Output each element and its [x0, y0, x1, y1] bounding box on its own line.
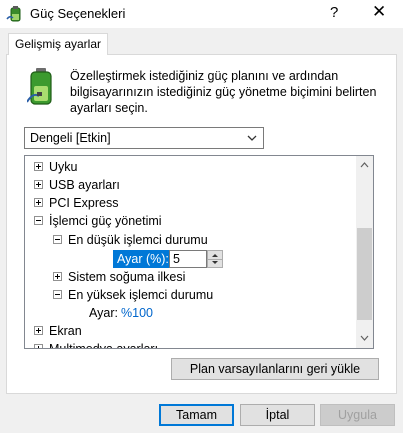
tree-item-label: En yüksek işlemci durumu: [68, 288, 214, 302]
expand-icon[interactable]: [34, 326, 43, 335]
spin-down-icon[interactable]: [208, 259, 222, 267]
restore-defaults-button[interactable]: Plan varsayılanlarını geri yükle: [171, 358, 379, 380]
settings-tree[interactable]: Uyku USB ayarları PCI Express İşlemci gü…: [24, 155, 374, 349]
tree-item-label: Uyku: [49, 160, 78, 174]
battery-app-icon: [6, 6, 21, 22]
tree-item-label: En düşük işlemci durumu: [68, 233, 208, 247]
expand-icon[interactable]: [34, 180, 43, 189]
expand-icon[interactable]: [34, 344, 43, 348]
ok-button[interactable]: Tamam: [159, 404, 234, 426]
expand-icon[interactable]: [34, 162, 43, 171]
close-button[interactable]: ✕: [372, 2, 386, 22]
collapse-icon[interactable]: [34, 216, 43, 225]
collapse-icon[interactable]: [53, 290, 62, 299]
tree-item-label: İşlemci güç yönetimi: [49, 214, 162, 228]
power-plan-select[interactable]: Dengeli [Etkin]: [24, 127, 264, 149]
expand-icon[interactable]: [53, 272, 62, 281]
tree-item-label: Multimedya ayarları: [49, 342, 159, 349]
tree-item-label: PCI Express: [49, 196, 119, 210]
tree-scrollbar[interactable]: [356, 156, 373, 348]
min-state-spinner[interactable]: [207, 250, 223, 268]
tree-item-label: Ekran: [49, 324, 82, 338]
expand-icon[interactable]: [34, 198, 43, 207]
power-plan-value: Dengeli [Etkin]: [30, 131, 111, 145]
tree-item-label: USB ayarları: [49, 178, 120, 192]
tree-item-label: Sistem soğuma ilkesi: [68, 270, 186, 284]
max-state-setting-label: Ayar:: [89, 306, 118, 320]
scroll-up-icon[interactable]: [360, 162, 369, 168]
battery-icon: [27, 68, 52, 105]
title-bar: Güç Seçenekleri ? ✕: [0, 0, 403, 28]
chevron-down-icon: [247, 135, 257, 141]
cancel-button[interactable]: İptal: [240, 404, 315, 426]
scroll-down-icon[interactable]: [360, 335, 369, 341]
help-button[interactable]: ?: [330, 4, 338, 21]
description-text: Özelleştirmek istediğiniz güç planını ve…: [70, 69, 377, 115]
min-state-setting-label[interactable]: Ayar (%):: [113, 250, 173, 268]
max-state-value-link[interactable]: %100: [121, 304, 153, 322]
tab-advanced-settings[interactable]: Gelişmiş ayarlar: [8, 33, 109, 55]
collapse-icon[interactable]: [53, 235, 62, 244]
scrollbar-thumb[interactable]: [357, 228, 372, 320]
apply-button[interactable]: Uygula: [320, 404, 395, 426]
min-state-value-input[interactable]: 5: [169, 250, 207, 268]
window-title: Güç Seçenekleri: [30, 6, 126, 21]
